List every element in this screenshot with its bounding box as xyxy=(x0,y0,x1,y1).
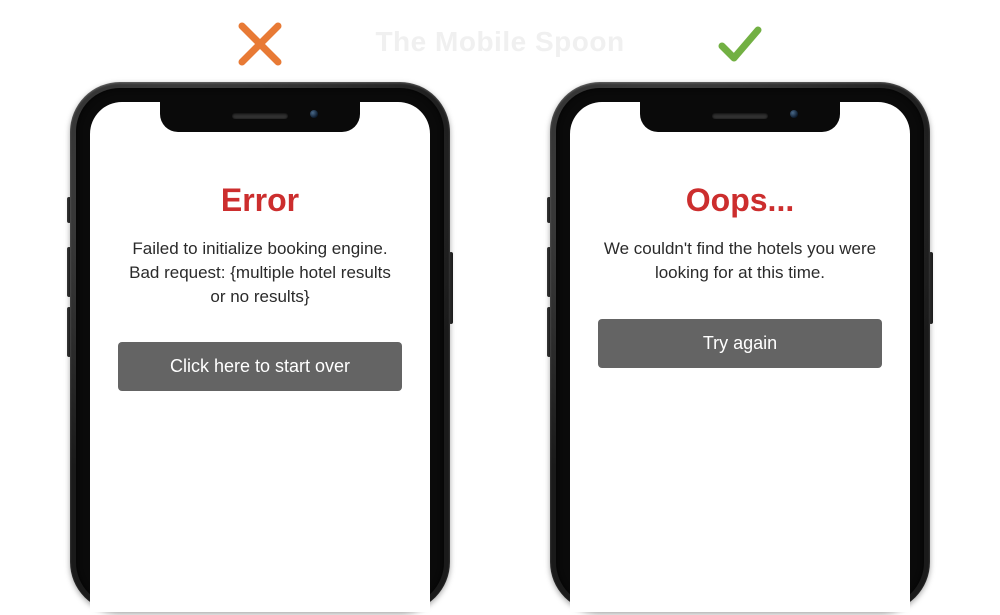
start-over-button[interactable]: Click here to start over xyxy=(118,342,402,391)
speaker-grill xyxy=(712,113,768,119)
speaker-grill xyxy=(232,113,288,119)
error-body: Failed to initialize booking engine. Bad… xyxy=(118,237,402,308)
front-camera xyxy=(790,110,798,118)
front-camera xyxy=(310,110,318,118)
phone-mock-bad: Error Failed to initialize booking engin… xyxy=(70,82,450,612)
good-example: Oops... We couldn't find the hotels you … xyxy=(550,14,930,612)
bad-example: Error Failed to initialize booking engin… xyxy=(70,14,450,612)
check-icon xyxy=(714,14,766,74)
phone-screen-good: Oops... We couldn't find the hotels you … xyxy=(570,102,910,612)
phone-notch xyxy=(640,100,840,132)
comparison-container: Error Failed to initialize booking engin… xyxy=(0,0,1000,612)
cross-icon xyxy=(234,14,286,74)
phone-notch xyxy=(160,100,360,132)
try-again-button[interactable]: Try again xyxy=(598,319,882,368)
error-title: Oops... xyxy=(598,182,882,219)
phone-mock-good: Oops... We couldn't find the hotels you … xyxy=(550,82,930,612)
error-body: We couldn't find the hotels you were loo… xyxy=(598,237,882,285)
error-title: Error xyxy=(118,182,402,219)
phone-screen-bad: Error Failed to initialize booking engin… xyxy=(90,102,430,612)
